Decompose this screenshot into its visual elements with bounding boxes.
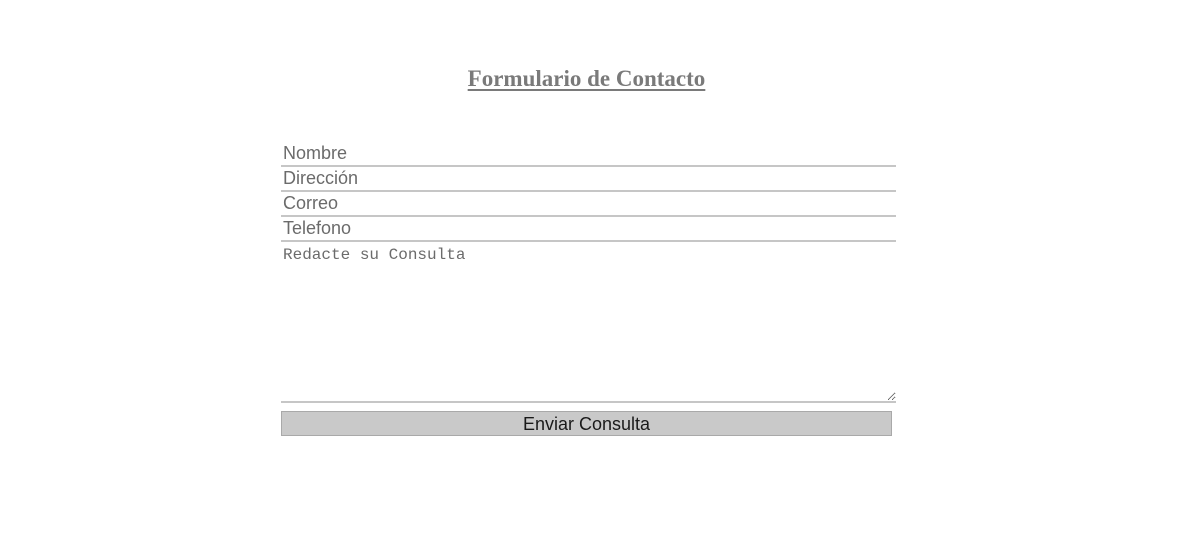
telefono-input[interactable] <box>281 217 896 242</box>
consulta-textarea[interactable] <box>281 242 896 403</box>
contact-form: Enviar Consulta <box>281 142 896 436</box>
correo-input[interactable] <box>281 192 896 217</box>
page-title: Formulario de Contacto <box>467 66 706 91</box>
contact-page: Formulario de Contacto Enviar Consulta <box>0 0 1190 541</box>
enviar-consulta-button[interactable]: Enviar Consulta <box>281 411 892 436</box>
nombre-input[interactable] <box>281 142 896 167</box>
direccion-input[interactable] <box>281 167 896 192</box>
